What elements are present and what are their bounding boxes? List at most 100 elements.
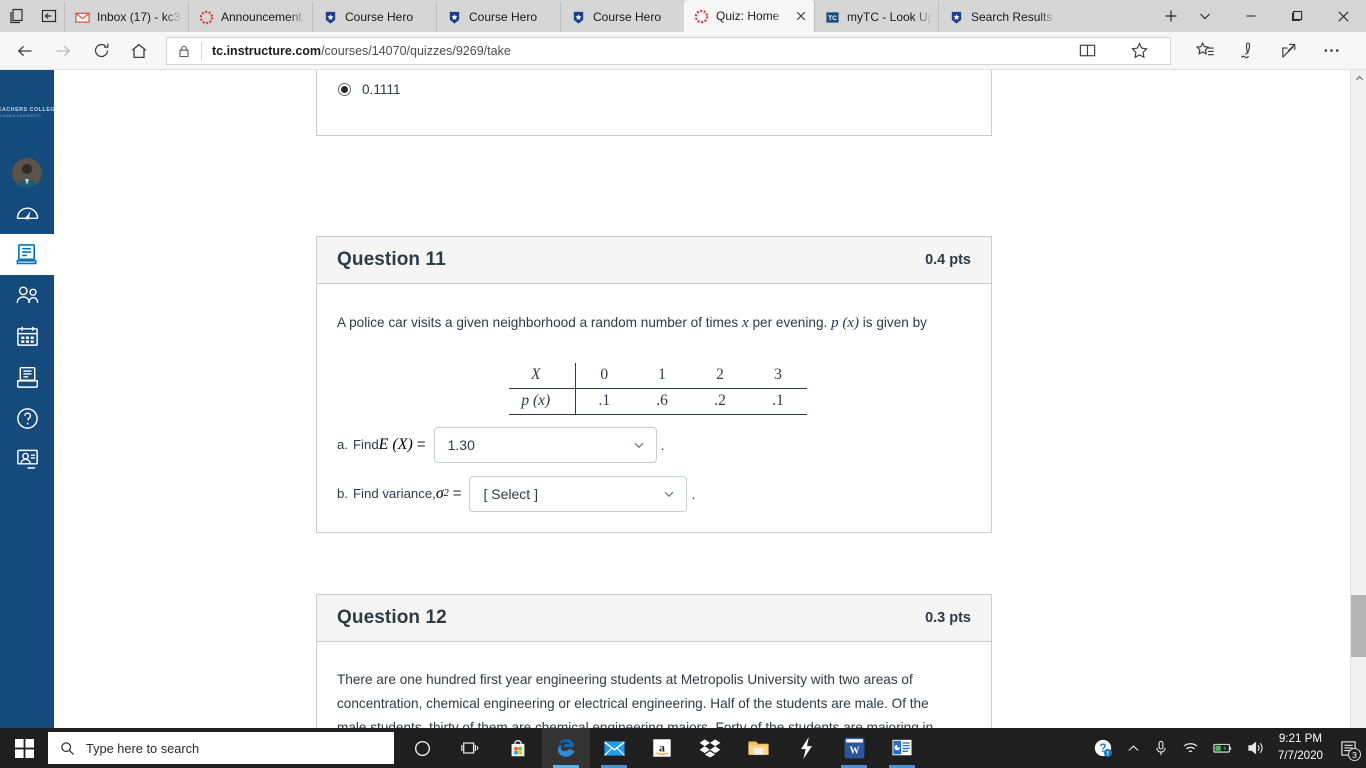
share-icon[interactable] <box>1277 36 1301 66</box>
part-b-period: . <box>691 485 696 502</box>
answer-option-selected[interactable]: 0.1111 <box>317 70 991 97</box>
table-label-x: X <box>509 362 576 389</box>
table-cell-x-1: 1 <box>633 362 691 389</box>
question-12-points: 0.3 pts <box>925 610 971 626</box>
page-viewport: TEACHERS COLLEGE COLUMBIA UNIVERSITY <box>0 70 1366 768</box>
windows-taskbar: Type here to search a W ? ! 9:21 PM 7/7/… <box>0 728 1366 768</box>
question-11-box: Question 11 0.4 pts A police car visits … <box>316 236 992 533</box>
sidebar-item-groups[interactable] <box>0 275 54 316</box>
word-icon[interactable]: W <box>830 728 878 768</box>
microphone-icon[interactable] <box>1147 728 1175 768</box>
sidebar-item-inbox[interactable] <box>0 357 54 398</box>
microsoft-store-icon[interactable] <box>494 728 542 768</box>
coursehero-icon <box>949 10 964 25</box>
part-b-marker: b. <box>337 486 348 502</box>
favorites-list-icon[interactable] <box>1193 36 1217 66</box>
table-row-px: p (x) .1 .6 .2 .1 <box>509 388 807 415</box>
dropbox-icon[interactable] <box>686 728 734 768</box>
sidebar-item-courses[interactable] <box>0 234 54 275</box>
browser-tab-7[interactable]: Search Results | <box>938 2 1062 32</box>
table-cell-x-0: 0 <box>575 362 633 389</box>
page-scrollbar[interactable] <box>1350 70 1366 768</box>
sidebar-item-account[interactable] <box>0 152 54 193</box>
browser-address-bar: tc.instructure.com/courses/14070/quizzes… <box>0 32 1366 70</box>
amazon-icon[interactable]: a <box>638 728 686 768</box>
maximize-button[interactable] <box>1274 0 1320 32</box>
powerpoint-icon[interactable] <box>878 728 926 768</box>
file-explorer-icon[interactable] <box>734 728 782 768</box>
help-circle-icon[interactable]: ? ! <box>1086 728 1120 768</box>
browser-tab-1-title: Announcement <box>221 10 302 24</box>
part-b-dropdown[interactable]: [ Select ] <box>469 475 688 512</box>
gmail-icon <box>75 10 90 25</box>
browser-tab-3[interactable]: Course Hero <box>436 2 560 32</box>
task-view-icon[interactable] <box>446 728 494 768</box>
reading-view-icon[interactable] <box>1070 36 1104 66</box>
notification-center-icon[interactable]: 3 <box>1332 728 1364 768</box>
chevron-up-icon[interactable] <box>1120 728 1147 768</box>
close-window-button[interactable] <box>1320 0 1366 32</box>
chevron-down-icon[interactable] <box>1196 7 1214 25</box>
institution-logo[interactable]: TEACHERS COLLEGE COLUMBIA UNIVERSITY <box>0 96 54 130</box>
sidebar-item-calendar[interactable] <box>0 316 54 357</box>
table-cell-p-3: .1 <box>749 388 807 415</box>
edge-icon[interactable] <box>542 728 590 768</box>
radio-button-selected[interactable] <box>338 83 351 96</box>
prompt-text-1: A police car visits a given neighborhood… <box>337 315 743 330</box>
browser-tab-2[interactable]: Course Hero <box>312 2 436 32</box>
more-options-icon[interactable] <box>1319 36 1343 66</box>
mail-icon[interactable] <box>590 728 638 768</box>
system-tray: ? ! 9:21 PM 7/7/2020 3 <box>1086 728 1366 768</box>
browser-tab-0[interactable]: Inbox (17) - kc3 <box>64 2 188 32</box>
set-aside-tabs-icon[interactable] <box>40 7 58 25</box>
sidebar-item-studio[interactable] <box>0 439 54 480</box>
flash-icon[interactable] <box>782 728 830 768</box>
table-cell-p-0: .1 <box>575 388 633 415</box>
browser-tab-0-title: Inbox (17) - kc3 <box>97 10 181 24</box>
sidebar-item-help[interactable] <box>0 398 54 439</box>
question-11-prompt: A police car visits a given neighborhood… <box>337 310 971 337</box>
new-tab-icon[interactable] <box>1162 7 1180 25</box>
coursehero-icon <box>447 10 462 25</box>
browser-tab-7-title: Search Results | <box>971 10 1056 24</box>
close-icon[interactable] <box>794 9 808 23</box>
taskbar-search-box[interactable]: Type here to search <box>48 732 394 764</box>
mytc-icon: TC <box>825 10 840 25</box>
question-12-header: Question 12 0.3 pts <box>317 595 991 642</box>
question-11-points: 0.4 pts <box>925 252 971 268</box>
browser-tab-6[interactable]: TC myTC - Look Up <box>814 2 938 32</box>
favorite-star-icon[interactable] <box>1122 36 1156 66</box>
url-text: tc.instructure.com/courses/14070/quizzes… <box>212 44 511 58</box>
clock-date: 7/7/2020 <box>1277 749 1323 762</box>
back-button[interactable] <box>8 36 42 66</box>
browser-tab-1[interactable]: Announcement <box>188 2 312 32</box>
cortana-icon[interactable] <box>398 728 446 768</box>
url-bar[interactable]: tc.instructure.com/courses/14070/quizzes… <box>166 36 1171 66</box>
battery-icon[interactable] <box>1206 728 1240 768</box>
start-button[interactable] <box>0 728 48 768</box>
prompt-variable-x: x <box>742 315 749 331</box>
prompt-function-px: p (x) <box>831 315 859 331</box>
logo-line-1: TEACHERS COLLEGE <box>0 106 54 113</box>
browser-tab-6-title: myTC - Look Up <box>847 10 932 24</box>
svg-text:!: ! <box>1107 750 1109 757</box>
web-notes-icon[interactable] <box>1235 36 1259 66</box>
svg-text:a: a <box>659 740 665 754</box>
minimize-button[interactable] <box>1228 0 1274 32</box>
part-a-marker: a. <box>337 437 348 453</box>
scrollbar-thumb[interactable] <box>1351 595 1366 657</box>
scroll-up-arrow-icon[interactable] <box>1351 70 1366 87</box>
taskbar-clock[interactable]: 9:21 PM 7/7/2020 <box>1271 728 1332 768</box>
wifi-icon[interactable] <box>1175 728 1206 768</box>
reload-button[interactable] <box>84 36 118 66</box>
forward-button[interactable] <box>46 36 80 66</box>
part-a-label: Find <box>353 437 379 453</box>
tab-list-icon[interactable] <box>8 7 26 25</box>
sidebar-item-dashboard[interactable] <box>0 193 54 234</box>
browser-tab-4[interactable]: Course Hero <box>560 2 684 32</box>
volume-icon[interactable] <box>1240 728 1271 768</box>
browser-tab-5-active[interactable]: Quiz: Home <box>684 0 814 32</box>
home-button[interactable] <box>122 36 156 66</box>
part-a-dropdown[interactable]: 1.30 <box>433 426 657 463</box>
account-avatar <box>12 157 42 188</box>
